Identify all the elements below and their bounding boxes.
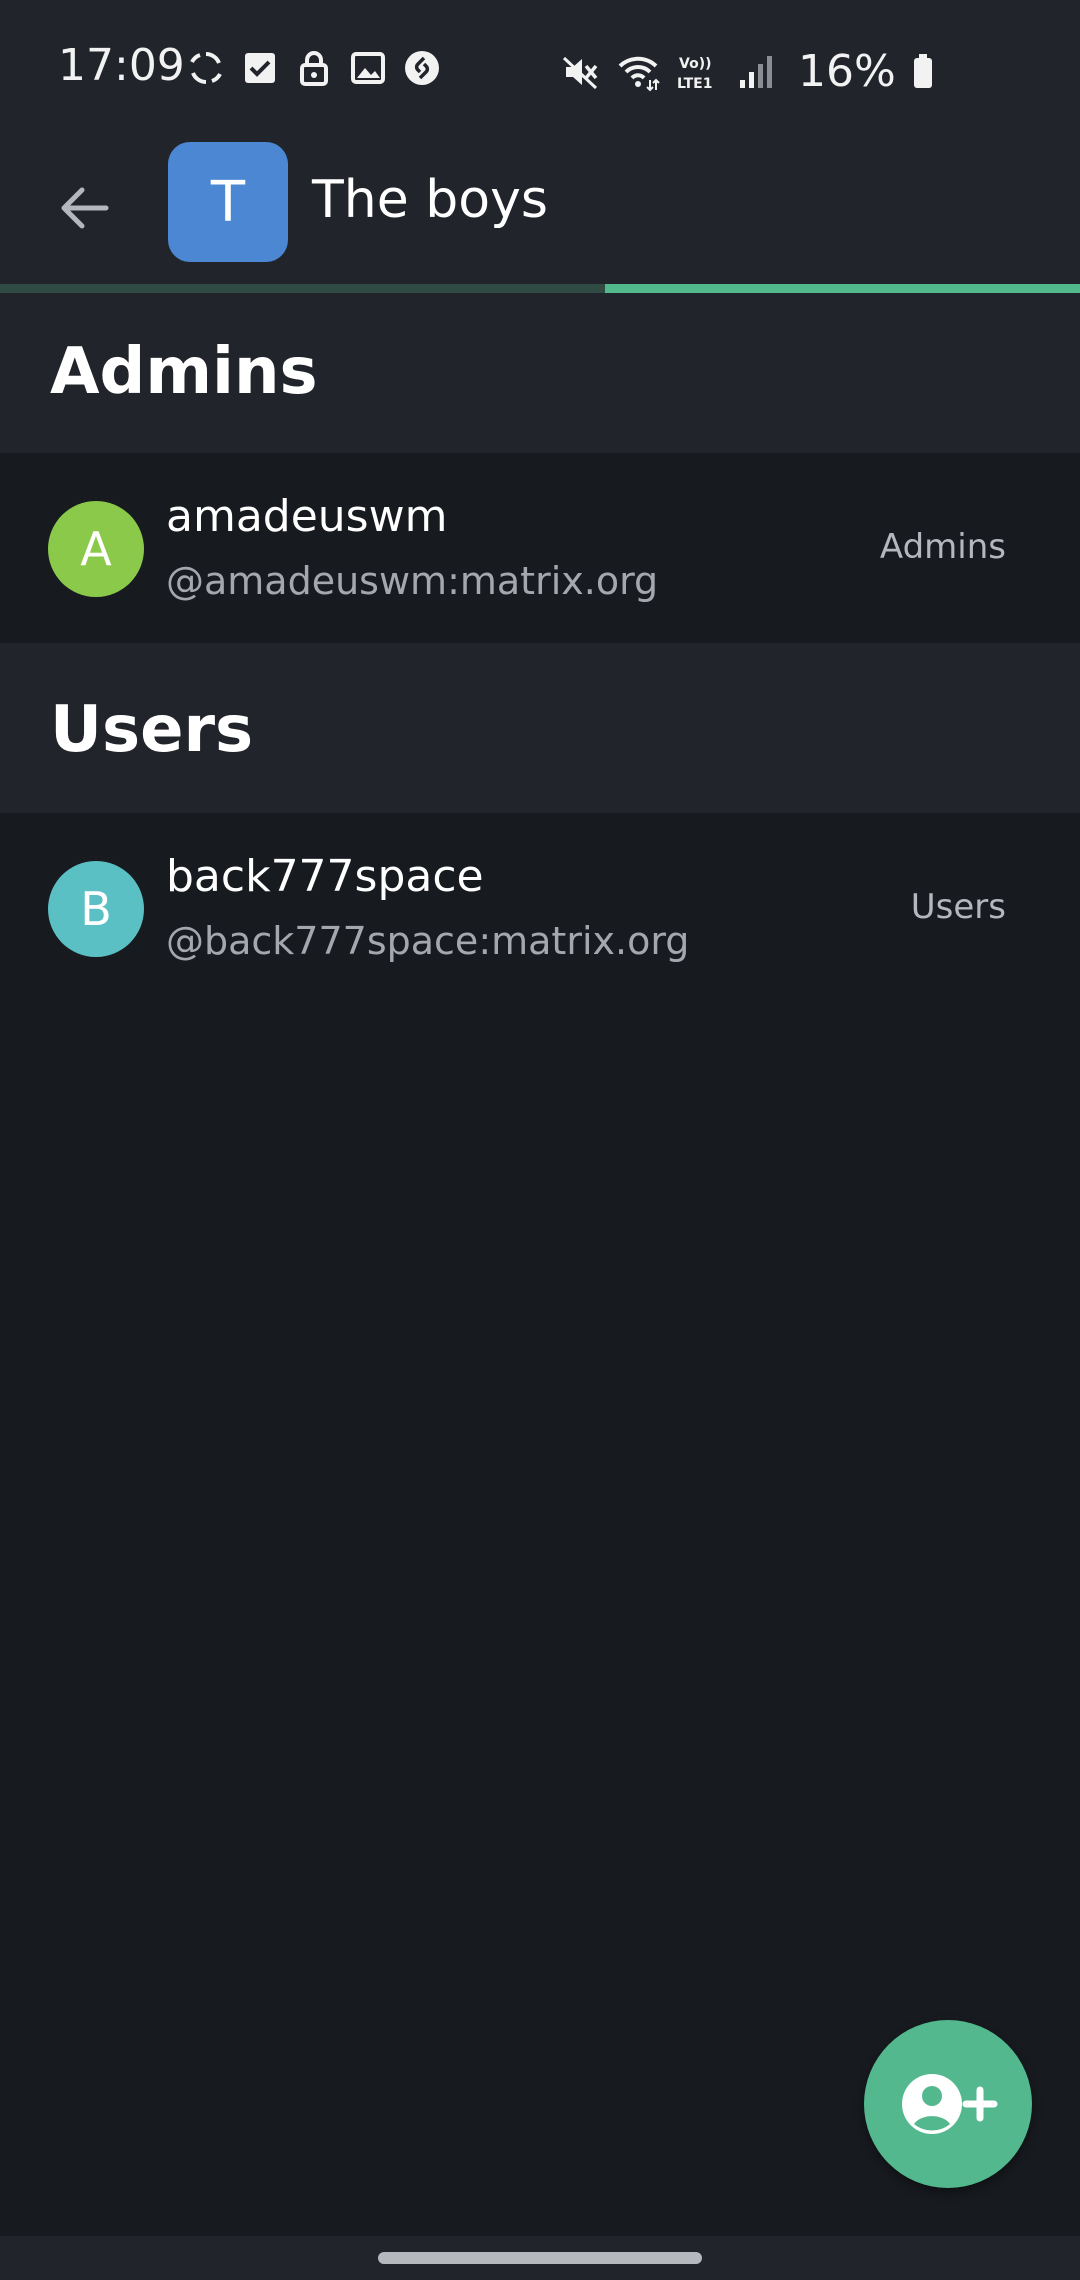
member-display-name: amadeuswm xyxy=(166,491,448,542)
checkbox-icon xyxy=(245,53,275,83)
battery-percent: 16% xyxy=(798,46,896,97)
back-button[interactable] xyxy=(44,168,124,248)
arrow-back-icon xyxy=(61,187,109,229)
app-bar: T The boys xyxy=(0,138,1080,284)
member-display-name: back777space xyxy=(166,851,484,902)
member-role-label: Admins xyxy=(879,527,1006,567)
signal-icon xyxy=(740,55,772,88)
shazam-icon xyxy=(405,51,439,85)
svg-text:LTE1: LTE1 xyxy=(677,76,712,92)
add-person-icon xyxy=(902,2074,998,2134)
avatar: B xyxy=(48,861,144,957)
member-row[interactable]: B back777space @back777space:matrix.org … xyxy=(0,813,1080,1003)
section-header-admins: Admins xyxy=(0,293,1080,453)
system-icons: Vo)) LTE1 16% xyxy=(560,46,936,97)
member-row[interactable]: A amadeuswm @amadeuswm:matrix.org Admins xyxy=(0,453,1080,643)
volte-icon: Vo)) LTE1 xyxy=(677,56,712,92)
room-title[interactable]: The boys xyxy=(312,170,548,230)
sync-icon xyxy=(190,52,222,84)
notification-icons xyxy=(186,48,442,88)
section-header-users: Users xyxy=(0,643,1080,813)
mute-icon xyxy=(562,56,598,89)
lock-icon xyxy=(300,51,328,86)
avatar: A xyxy=(48,501,144,597)
member-role-label: Users xyxy=(910,887,1006,927)
room-avatar[interactable]: T xyxy=(168,142,288,262)
navigation-bar xyxy=(0,2236,1080,2280)
member-user-id: @back777space:matrix.org xyxy=(166,919,690,963)
battery-icon xyxy=(913,53,932,88)
wifi-icon xyxy=(618,56,660,91)
status-time: 17:09 xyxy=(58,40,185,91)
section-title: Admins xyxy=(50,335,318,409)
svg-text:Vo)): Vo)) xyxy=(679,56,711,72)
image-icon xyxy=(351,52,385,84)
invite-member-button[interactable] xyxy=(864,2020,1032,2188)
status-bar: 17:09 Vo)) LTE1 16% xyxy=(0,0,1080,138)
member-user-id: @amadeuswm:matrix.org xyxy=(166,559,659,603)
gesture-handle[interactable] xyxy=(378,2252,702,2264)
section-title: Users xyxy=(50,693,254,767)
loading-progress-fill xyxy=(605,284,1080,293)
